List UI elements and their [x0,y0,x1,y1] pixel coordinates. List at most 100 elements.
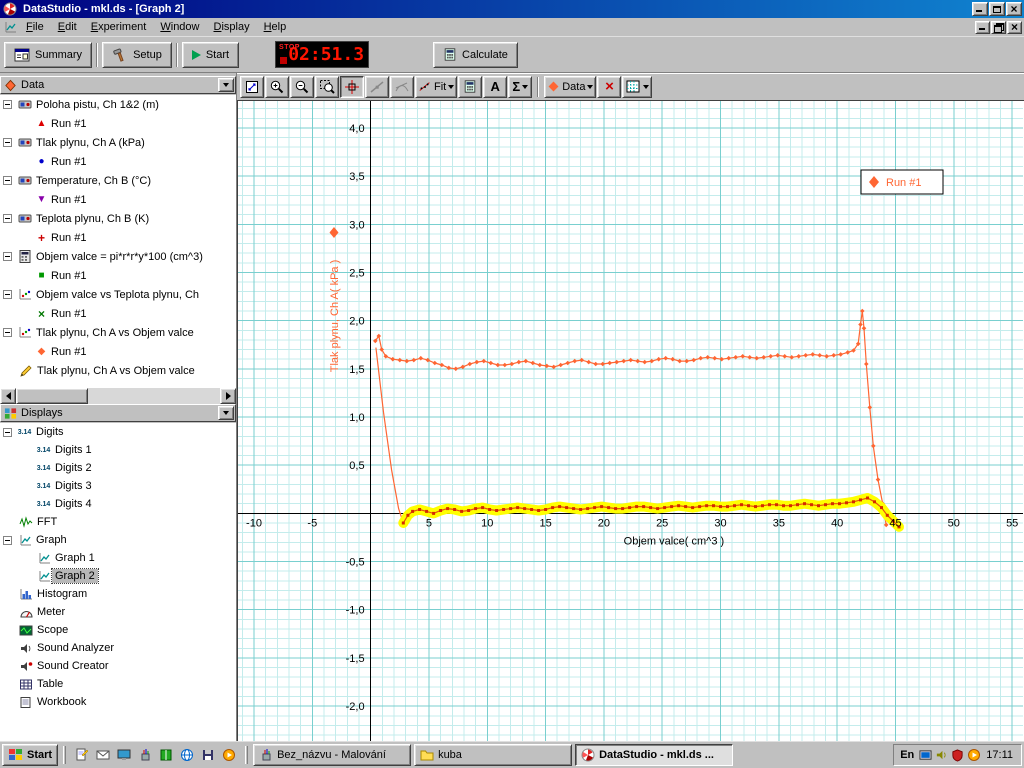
start-button-toolbar[interactable]: Start [182,42,239,68]
display-item-8-table[interactable]: Table [0,675,236,693]
task-button-folder-kuba[interactable]: kuba [414,744,572,766]
display-item-2-child-1-graph-2[interactable]: Graph 2 [0,567,236,585]
mdi-minimize-button[interactable] [975,21,990,34]
quick-launch-doc-icon[interactable] [74,747,90,763]
tray-volume-icon[interactable] [935,749,948,762]
mdi-close-button[interactable] [1007,21,1022,34]
setup-button[interactable]: Setup [102,42,172,68]
data-item-6-child-0-run-1[interactable]: ◆Run #1 [0,342,236,361]
menu-display[interactable]: Display [207,19,257,35]
data-item-5-objem-valce-vs-teplota-plynu-ch[interactable]: Objem valce vs Teplota plynu, Ch [0,285,236,304]
display-item-5-scope[interactable]: Scope [0,621,236,639]
graph-settings-button[interactable] [622,76,652,98]
display-item-4-meter[interactable]: Meter [0,603,236,621]
tangent-tool-button[interactable] [390,76,414,98]
close-button[interactable] [1006,2,1022,16]
graph-canvas[interactable]: -10-55101520253035404550554,03,53,02,52,… [238,101,1023,741]
data-item-2-temperature-ch-b-c[interactable]: Temperature, Ch B (°C) [0,171,236,190]
menu-edit[interactable]: Edit [51,19,84,35]
tray-shield-icon[interactable] [951,749,964,762]
menu-experiment[interactable]: Experiment [84,19,154,35]
start-button[interactable]: Start [2,744,58,766]
taskbar-grip[interactable] [63,746,66,764]
quick-launch-globe-icon[interactable] [179,747,195,763]
scale-to-fit-button[interactable] [240,76,264,98]
quick-launch-media-icon[interactable] [221,747,237,763]
data-item-1-child-0-run-1[interactable]: ●Run #1 [0,152,236,171]
maximize-button[interactable] [989,2,1005,16]
collapse-toggle[interactable] [3,100,12,109]
calculate-button[interactable]: Calculate [433,42,518,68]
data-item-3-child-0-run-1[interactable]: +Run #1 [0,228,236,247]
minimize-button[interactable] [972,2,988,16]
data-item-5-child-0-run-1[interactable]: ×Run #1 [0,304,236,323]
text-annotation-button[interactable]: A [483,76,507,98]
digits-icon: 3.14 [16,429,33,436]
display-item-6-sound-analyzer[interactable]: Sound Analyzer [0,639,236,657]
scrollbar-thumb[interactable] [16,388,88,404]
scroll-left-button[interactable] [0,388,16,404]
collapse-toggle[interactable] [3,290,12,299]
display-item-9-workbook[interactable]: Workbook [0,693,236,711]
data-item-7-tlak-plynu-ch-a-vs-objem-valce[interactable]: Tlak plynu, Ch A vs Objem valce [0,361,236,380]
summary-button[interactable]: Summary [4,42,92,68]
data-menu-button[interactable]: Data [544,76,596,98]
fit-menu-button[interactable]: Fit [415,76,457,98]
calculator-tool-button[interactable] [458,76,482,98]
zoom-out-button[interactable] [290,76,314,98]
language-indicator[interactable]: En [900,749,914,761]
quick-launch-desktop-icon[interactable] [116,747,132,763]
collapse-toggle[interactable] [3,138,12,147]
data-item-4-child-0-run-1[interactable]: ■Run #1 [0,266,236,285]
display-item-2-graph[interactable]: Graph [0,531,236,549]
smart-tool-button[interactable] [340,76,364,98]
display-item-0-child-2-digits-3[interactable]: 3.14Digits 3 [0,477,236,495]
collapse-toggle[interactable] [3,214,12,223]
svg-text:10: 10 [481,517,493,529]
quick-launch-mail-icon[interactable] [95,747,111,763]
menu-help[interactable]: Help [257,19,294,35]
slope-tool-button[interactable] [365,76,389,98]
quick-launch-disk-icon[interactable] [200,747,216,763]
collapse-toggle[interactable] [3,428,12,437]
mdi-restore-button[interactable] [991,21,1006,34]
tray-media-icon[interactable] [967,748,981,762]
zoom-select-button[interactable] [315,76,339,98]
quick-launch-paint-icon[interactable] [137,747,153,763]
displays-panel-dropdown-button[interactable] [218,406,234,420]
data-item-4-objem-valce-pi-r-r-y-100-cm-3[interactable]: Objem valce = pi*r*r*y*100 (cm^3) [0,247,236,266]
data-panel-hscrollbar[interactable] [0,388,236,404]
data-panel-dropdown-button[interactable] [218,78,234,92]
menu-window[interactable]: Window [153,19,206,35]
display-item-0-child-0-digits-1[interactable]: 3.14Digits 1 [0,441,236,459]
data-item-3-teplota-plynu-ch-b-k[interactable]: Teplota plynu, Ch B (K) [0,209,236,228]
tray-monitor-icon[interactable] [919,749,932,762]
collapse-toggle[interactable] [3,252,12,261]
task-button-datastudio[interactable]: DataStudio - mkl.ds ... [575,744,733,766]
display-item-0-child-3-digits-4[interactable]: 3.14Digits 4 [0,495,236,513]
data-item-0-poloha-pistu-ch-1-2-m[interactable]: Poloha pistu, Ch 1&2 (m) [0,95,236,114]
menu-file[interactable]: File [19,19,51,35]
statistics-button[interactable]: Σ [508,76,532,98]
display-item-2-child-0-graph-1[interactable]: Graph 1 [0,549,236,567]
scrollbar-track[interactable] [88,388,220,404]
data-item-0-child-0-run-1[interactable]: ▲Run #1 [0,114,236,133]
collapse-toggle[interactable] [3,328,12,337]
circle-blue-marker-icon: ● [35,157,48,167]
display-item-0-digits[interactable]: 3.14Digits [0,423,236,441]
taskbar-grip[interactable] [245,746,248,764]
collapse-toggle[interactable] [3,176,12,185]
data-item-6-tlak-plynu-ch-a-vs-objem-valce[interactable]: Tlak plynu, Ch A vs Objem valce [0,323,236,342]
data-item-1-tlak-plynu-ch-a-kpa[interactable]: Tlak plynu, Ch A (kPa) [0,133,236,152]
data-item-2-child-0-run-1[interactable]: ▼Run #1 [0,190,236,209]
display-item-3-histogram[interactable]: Histogram [0,585,236,603]
collapse-toggle[interactable] [3,536,12,545]
zoom-in-button[interactable] [265,76,289,98]
scroll-right-button[interactable] [220,388,236,404]
task-button-paint[interactable]: Bez_názvu - Malování [253,744,411,766]
display-item-7-sound-creator[interactable]: Sound Creator [0,657,236,675]
display-item-1-fft[interactable]: FFT [0,513,236,531]
quick-launch-book-icon[interactable] [158,747,174,763]
display-item-0-child-1-digits-2[interactable]: 3.14Digits 2 [0,459,236,477]
remove-data-button[interactable] [597,76,621,98]
